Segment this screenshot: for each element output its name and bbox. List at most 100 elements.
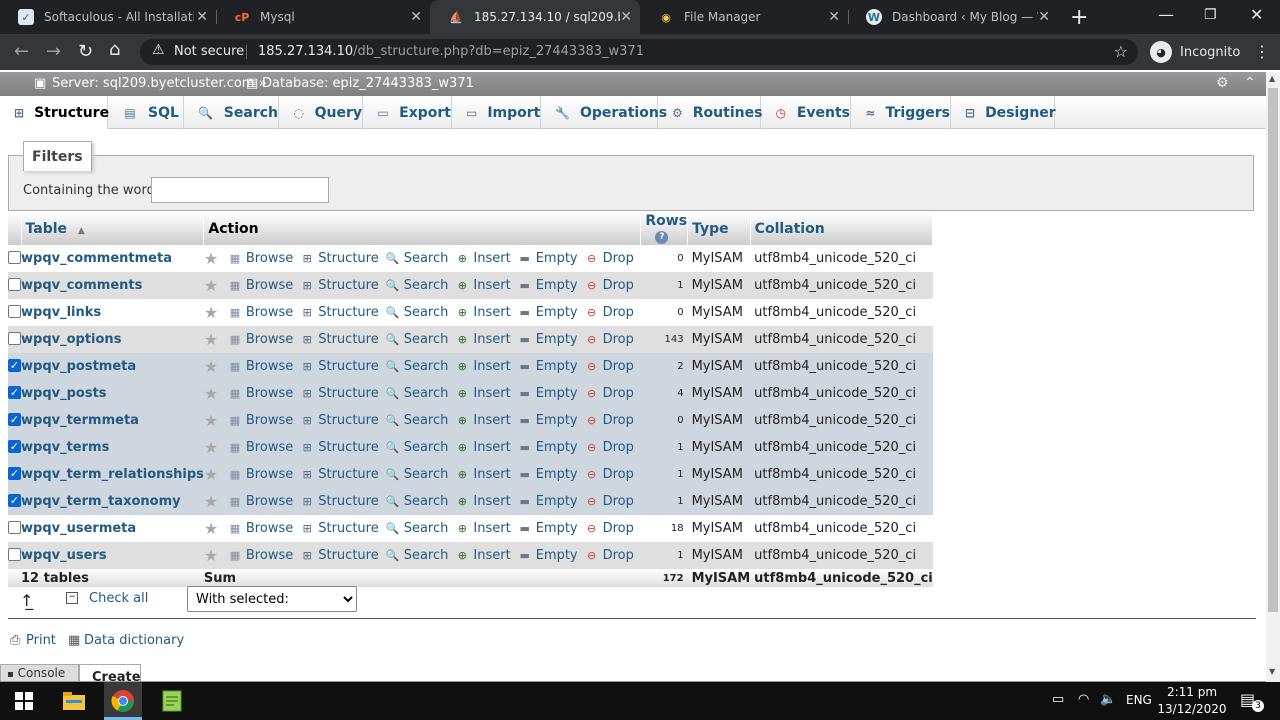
favorite-star-icon[interactable]: ★: [204, 465, 220, 484]
check-all-checkbox[interactable]: −: [66, 592, 78, 604]
action-structure[interactable]: ⊞ Structure: [300, 332, 379, 347]
tab-designer[interactable]: ⊟ Designer: [951, 96, 1056, 129]
notepad-plus-icon[interactable]: [160, 689, 184, 713]
minimize-button[interactable]: —: [1158, 5, 1174, 24]
close-tab-icon[interactable]: ✕: [196, 9, 208, 25]
favorite-star-icon[interactable]: ★: [204, 546, 220, 565]
tab-operations[interactable]: 🔧 Operations: [541, 96, 667, 129]
tab-export[interactable]: ▭ Export: [363, 96, 452, 129]
chrome-icon[interactable]: [104, 682, 142, 720]
action-drop[interactable]: ⊖ Drop: [585, 440, 634, 455]
tab-query[interactable]: ◌ Query: [279, 96, 363, 129]
action-empty[interactable]: ▬ Empty: [518, 548, 577, 563]
action-search[interactable]: 🔍 Search: [386, 413, 449, 428]
table-name[interactable]: wpqv_commentmeta: [21, 245, 204, 272]
server-breadcrumb[interactable]: Server: sql209.byetcluster.com »: [52, 76, 267, 91]
back-button[interactable]: ←: [14, 41, 29, 62]
action-drop[interactable]: ⊖ Drop: [585, 386, 634, 401]
favorite-star-icon[interactable]: ★: [204, 249, 220, 268]
action-search[interactable]: 🔍 Search: [386, 386, 449, 401]
action-insert[interactable]: ⊕ Insert: [455, 440, 511, 455]
table-name[interactable]: wpqv_postmeta: [21, 353, 204, 380]
windows-start-icon[interactable]: [12, 689, 36, 713]
row-checkbox[interactable]: ✓: [8, 440, 21, 453]
row-checkbox-cell[interactable]: ✓: [8, 434, 21, 461]
check-all-link[interactable]: Check all: [89, 591, 148, 606]
action-search[interactable]: 🔍 Search: [386, 548, 449, 563]
action-search[interactable]: 🔍 Search: [386, 467, 449, 482]
action-drop[interactable]: ⊖ Drop: [585, 494, 634, 509]
tab-import[interactable]: ▭ Import: [452, 96, 541, 129]
action-drop[interactable]: ⊖ Drop: [585, 278, 634, 293]
action-insert[interactable]: ⊕ Insert: [455, 278, 511, 293]
favorite-star-icon[interactable]: ★: [204, 330, 220, 349]
volume-icon[interactable]: 🔈: [1100, 692, 1116, 707]
action-insert[interactable]: ⊕ Insert: [455, 467, 511, 482]
action-browse[interactable]: ▦ Browse: [228, 521, 294, 536]
row-checkbox[interactable]: ✓: [8, 467, 21, 480]
action-empty[interactable]: ▬ Empty: [518, 251, 577, 266]
home-button[interactable]: ⌂: [109, 39, 120, 60]
row-checkbox-cell[interactable]: ✓: [8, 407, 21, 434]
row-checkbox-cell[interactable]: [8, 272, 21, 299]
action-insert[interactable]: ⊕ Insert: [455, 251, 511, 266]
action-empty[interactable]: ▬ Empty: [518, 467, 577, 482]
action-structure[interactable]: ⊞ Structure: [300, 305, 379, 320]
data-dictionary-link[interactable]: Data dictionary: [84, 633, 184, 648]
action-structure[interactable]: ⊞ Structure: [300, 251, 379, 266]
collapse-icon[interactable]: ⌃: [1244, 75, 1256, 91]
table-row[interactable]: wpqv_users ★ ▦ Browse ⊞ Structure 🔍 Search ⊕ Inse…: [8, 542, 933, 569]
table-row[interactable]: wpqv_commentmeta ★ ▦ Browse ⊞ Structure 🔍 Searc…: [8, 245, 933, 272]
action-search[interactable]: 🔍 Search: [386, 494, 449, 509]
restore-button[interactable]: ❐: [1204, 7, 1217, 23]
action-empty[interactable]: ▬ Empty: [518, 413, 577, 428]
action-browse[interactable]: ▦ Browse: [228, 386, 294, 401]
action-insert[interactable]: ⊕ Insert: [455, 494, 511, 509]
action-insert[interactable]: ⊕ Insert: [455, 386, 511, 401]
action-empty[interactable]: ▬ Empty: [518, 359, 577, 374]
action-browse[interactable]: ▦ Browse: [228, 494, 294, 509]
new-tab-button[interactable]: +: [1070, 5, 1088, 30]
reload-button[interactable]: ↻: [78, 41, 93, 62]
header-collation[interactable]: Collation: [750, 213, 934, 245]
action-search[interactable]: 🔍 Search: [386, 521, 449, 536]
favorite-star-icon[interactable]: ★: [204, 384, 220, 403]
forward-button[interactable]: →: [46, 41, 61, 62]
action-structure[interactable]: ⊞ Structure: [300, 278, 379, 293]
browser-menu-icon[interactable]: ⋮: [1254, 42, 1270, 61]
table-name[interactable]: wpqv_links: [21, 299, 204, 326]
table-row[interactable]: ✓ wpqv_terms ★ ▦ Browse ⊞ Structure 🔍 Search ⊕ Ins…: [8, 434, 933, 461]
row-checkbox[interactable]: ✓: [8, 386, 21, 399]
action-insert[interactable]: ⊕ Insert: [455, 521, 511, 536]
row-checkbox[interactable]: ✓: [8, 494, 21, 507]
with-selected-dropdown[interactable]: With selected:: [187, 586, 357, 612]
table-row[interactable]: wpqv_usermeta ★ ▦ Browse ⊞ Structure 🔍 Search ⊕ I…: [8, 515, 933, 542]
scroll-down-arrow[interactable]: ▼: [1269, 667, 1275, 676]
action-drop[interactable]: ⊖ Drop: [585, 548, 634, 563]
close-tab-icon[interactable]: ✕: [620, 9, 632, 25]
action-structure[interactable]: ⊞ Structure: [300, 548, 379, 563]
table-name[interactable]: wpqv_users: [21, 542, 204, 569]
table-row[interactable]: wpqv_comments ★ ▦ Browse ⊞ Structure 🔍 Search ⊕ I…: [8, 272, 933, 299]
action-browse[interactable]: ▦ Browse: [228, 548, 294, 563]
action-browse[interactable]: ▦ Browse: [228, 251, 294, 266]
favorite-star-icon[interactable]: ★: [204, 357, 220, 376]
action-drop[interactable]: ⊖ Drop: [585, 251, 634, 266]
address-bar[interactable]: ⚠ Not secure 185.27.134.10/db_structure.…: [140, 39, 1138, 65]
action-empty[interactable]: ▬ Empty: [518, 332, 577, 347]
row-checkbox-cell[interactable]: [8, 326, 21, 353]
tab-structure[interactable]: ⊞ Structure: [0, 96, 109, 129]
action-drop[interactable]: ⊖ Drop: [585, 413, 634, 428]
language-indicator[interactable]: ENG: [1126, 693, 1152, 707]
table-name[interactable]: wpqv_usermeta: [21, 515, 204, 542]
table-row[interactable]: ✓ wpqv_term_relationships ★ ▦ Browse ⊞ Structu…: [8, 461, 933, 488]
close-tab-icon[interactable]: ✕: [828, 9, 840, 25]
tab-sql[interactable]: ▤ SQL: [108, 96, 184, 129]
table-name[interactable]: wpqv_terms: [21, 434, 204, 461]
row-checkbox-cell[interactable]: [8, 245, 21, 272]
filter-input[interactable]: [151, 177, 329, 203]
action-insert[interactable]: ⊕ Insert: [455, 305, 511, 320]
action-empty[interactable]: ▬ Empty: [518, 278, 577, 293]
action-drop[interactable]: ⊖ Drop: [585, 305, 634, 320]
action-structure[interactable]: ⊞ Structure: [300, 467, 379, 482]
